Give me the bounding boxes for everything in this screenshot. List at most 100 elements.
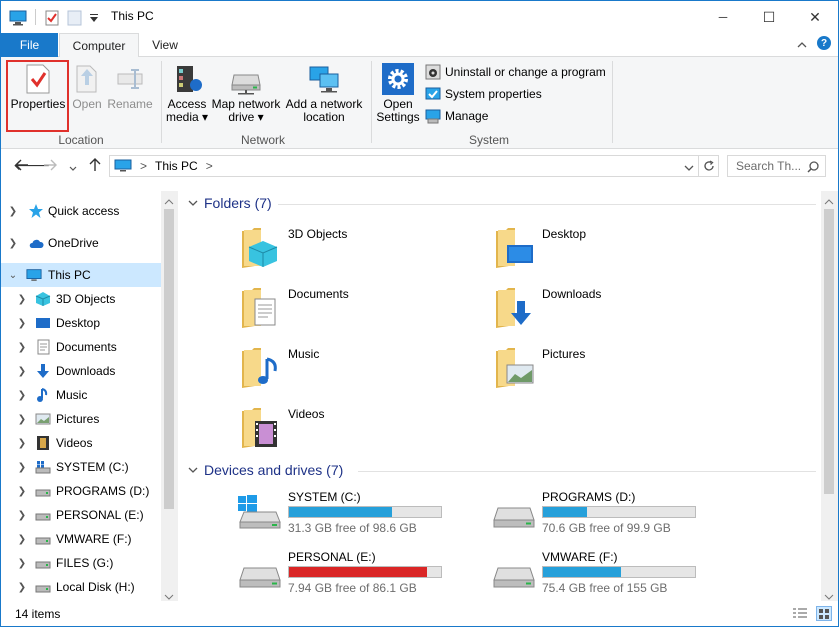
nav-item-drive-h[interactable]: ❯ Local Disk (H:) <box>1 575 161 599</box>
open-settings-button[interactable]: Open Settings <box>375 63 421 124</box>
map-network-drive-button[interactable]: Map network drive ▾ <box>210 63 282 124</box>
manage-icon <box>425 109 441 124</box>
drive-e[interactable]: PERSONAL (E:) 7.94 GB free of 86.1 GB <box>238 550 478 601</box>
collapse-chevron-icon[interactable]: ⌄ <box>8 270 18 281</box>
settings-gear-icon <box>382 63 414 95</box>
nav-item-onedrive[interactable]: ❯ OneDrive <box>1 231 161 255</box>
folder-pictures[interactable]: Pictures <box>495 347 695 397</box>
expand-chevron-icon[interactable]: ❯ <box>17 390 27 401</box>
breadcrumb-separator[interactable]: > <box>206 159 213 173</box>
help-icon[interactable]: ? <box>817 36 831 50</box>
expand-chevron-icon[interactable]: ❯ <box>8 206 18 217</box>
add-network-location-button[interactable]: Add a network location <box>284 63 364 124</box>
expand-chevron-icon[interactable]: ❯ <box>17 342 27 353</box>
rename-label: Rename <box>107 97 153 111</box>
folder-downloads[interactable]: Downloads <box>495 287 695 337</box>
expand-chevron-icon[interactable]: ❯ <box>17 582 27 593</box>
minimize-button[interactable]: ─ <box>700 1 746 33</box>
pc-icon <box>26 269 42 281</box>
properties-button[interactable]: Properties <box>8 63 68 111</box>
scroll-up-icon[interactable] <box>164 194 174 208</box>
content-scroll-thumb[interactable] <box>824 209 834 494</box>
recent-locations-chevron-icon[interactable] <box>69 161 77 175</box>
manage-label: Manage <box>445 109 489 123</box>
new-folder-qa-icon[interactable] <box>67 9 83 27</box>
nav-item-drive-e[interactable]: ❯ PERSONAL (E:) <box>1 503 161 527</box>
expand-chevron-icon[interactable]: ❯ <box>17 414 27 425</box>
search-input[interactable]: Search Th... <box>727 155 826 177</box>
nav-item-quick-access[interactable]: ❯ Quick access <box>1 199 161 223</box>
tab-computer[interactable]: Computer <box>59 33 139 58</box>
address-bar[interactable]: > This PC > <box>109 155 719 177</box>
rename-button[interactable]: Rename <box>107 63 153 111</box>
nav-item-drive-f[interactable]: ❯ VMWARE (F:) <box>1 527 161 551</box>
manage-button[interactable]: Manage <box>425 107 488 125</box>
up-button[interactable] <box>89 158 101 175</box>
tab-view[interactable]: View <box>141 33 189 57</box>
system-properties-button[interactable]: System properties <box>425 85 542 103</box>
large-icons-view-icon[interactable] <box>816 606 832 621</box>
folder-music[interactable]: Music <box>241 347 441 397</box>
folder-name: Documents <box>288 287 349 301</box>
address-history-chevron-icon[interactable] <box>684 161 694 175</box>
expand-chevron-icon[interactable]: ❯ <box>17 510 27 521</box>
nav-item-music[interactable]: ❯ Music <box>1 383 161 407</box>
nav-item-drive-g[interactable]: ❯ FILES (G:) <box>1 551 161 575</box>
close-button[interactable]: ✕ <box>792 1 838 33</box>
item-count: 14 items <box>15 606 61 621</box>
content-scrollbar[interactable] <box>821 191 838 601</box>
nav-item-desktop[interactable]: ❯ Desktop <box>1 311 161 335</box>
videos-folder-icon <box>242 408 277 448</box>
folder-name: Pictures <box>542 347 586 361</box>
expand-chevron-icon[interactable]: ❯ <box>17 486 27 497</box>
expand-chevron-icon[interactable]: ❯ <box>17 558 27 569</box>
breadcrumb-this-pc[interactable]: This PC <box>155 159 198 173</box>
open-button[interactable]: Open <box>69 63 105 111</box>
nav-scroll-thumb[interactable] <box>164 209 174 509</box>
maximize-button[interactable]: ☐ <box>746 1 792 33</box>
drive-c[interactable]: SYSTEM (C:) 31.3 GB free of 98.6 GB <box>238 490 478 546</box>
documents-folder-icon <box>242 288 276 328</box>
drive-d[interactable]: PROGRAMS (D:) 70.6 GB free of 99.9 GB <box>492 490 732 546</box>
drive-f[interactable]: VMWARE (F:) 75.4 GB free of 155 GB <box>492 550 732 601</box>
forward-button[interactable] <box>43 159 57 174</box>
drives-section-header[interactable]: Devices and drives (7) <box>188 462 343 478</box>
ribbon-separator <box>371 61 372 143</box>
expand-chevron-icon[interactable]: ❯ <box>17 294 27 305</box>
section-divider <box>278 204 816 205</box>
folder-3d-objects[interactable]: 3D Objects <box>241 227 441 277</box>
nav-item-3d-objects[interactable]: ❯ 3D Objects <box>1 287 161 311</box>
folder-documents[interactable]: Documents <box>241 287 441 337</box>
details-view-icon[interactable] <box>792 607 808 624</box>
expand-chevron-icon[interactable]: ❯ <box>17 366 27 377</box>
expand-chevron-icon[interactable]: ❯ <box>17 318 27 329</box>
nav-item-drive-c[interactable]: ❯ SYSTEM (C:) <box>1 455 161 479</box>
nav-item-documents[interactable]: ❯ Documents <box>1 335 161 359</box>
properties-qa-icon[interactable] <box>44 9 60 27</box>
tab-file[interactable]: File <box>1 33 58 57</box>
expand-chevron-icon[interactable]: ❯ <box>17 462 27 473</box>
nav-item-pictures[interactable]: ❯ Pictures <box>1 407 161 431</box>
nav-scrollbar[interactable] <box>161 191 178 601</box>
folder-name: Videos <box>288 407 325 421</box>
drive-name: VMWARE (F:) <box>542 550 618 564</box>
minimize-ribbon-icon[interactable] <box>797 38 807 52</box>
expand-chevron-icon[interactable]: ❯ <box>8 238 18 249</box>
access-media-button[interactable]: Access media ▾ <box>165 63 209 124</box>
scroll-up-icon[interactable] <box>824 194 834 208</box>
back-button[interactable] <box>15 159 29 174</box>
nav-item-downloads[interactable]: ❯ Downloads <box>1 359 161 383</box>
nav-item-this-pc[interactable]: ⌄ This PC <box>1 263 161 287</box>
uninstall-program-button[interactable]: Uninstall or change a program <box>425 63 606 81</box>
customize-qa-icon[interactable] <box>89 9 99 27</box>
expand-chevron-icon[interactable]: ❯ <box>17 438 27 449</box>
nav-item-videos[interactable]: ❯ Videos <box>1 431 161 455</box>
ribbon: Properties Open Rename Location Access m… <box>1 57 838 149</box>
nav-item-drive-d[interactable]: ❯ PROGRAMS (D:) <box>1 479 161 503</box>
expand-chevron-icon[interactable]: ❯ <box>17 534 27 545</box>
folder-desktop[interactable]: Desktop <box>495 227 695 277</box>
search-icon <box>807 161 819 173</box>
folders-section-header[interactable]: Folders (7) <box>188 195 272 211</box>
folder-videos[interactable]: Videos <box>241 407 441 457</box>
refresh-button[interactable] <box>698 156 718 176</box>
